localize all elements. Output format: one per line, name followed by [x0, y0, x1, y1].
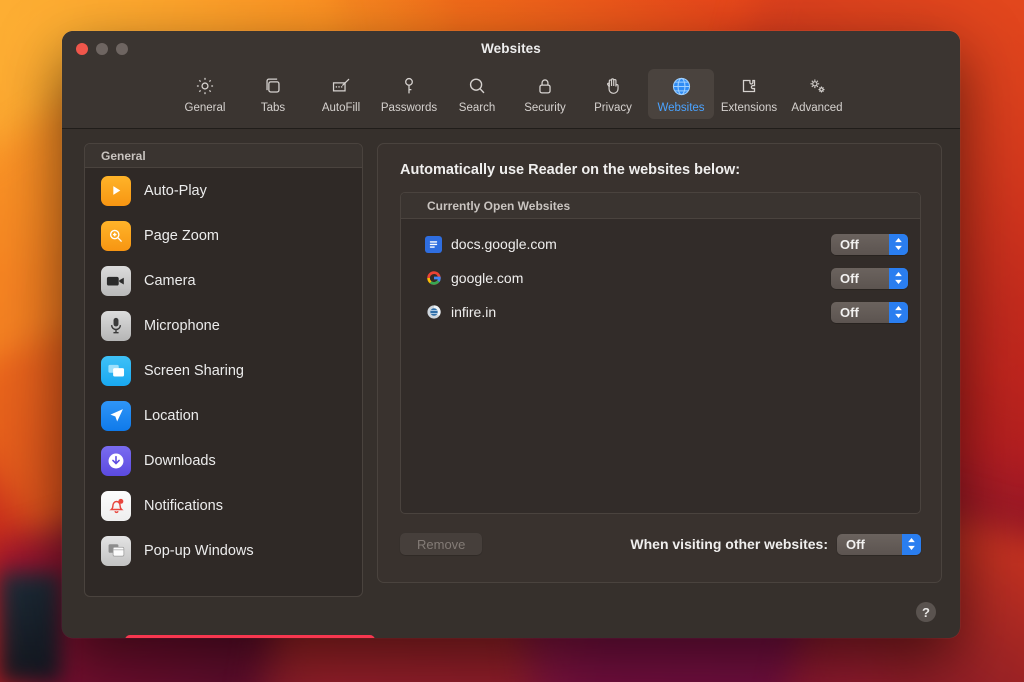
toolbar-label: Tabs: [261, 102, 285, 114]
popup-windows-icon: [101, 536, 131, 566]
sidebar-item-label: Pop-up Windows: [144, 543, 254, 559]
safari-preferences-window: Websites General Tabs: [62, 31, 960, 638]
bell-icon: [101, 491, 131, 521]
help-button[interactable]: ?: [916, 602, 936, 622]
table-row[interactable]: docs.google.com Off: [401, 227, 920, 261]
sidebar-section-header: General: [85, 144, 362, 168]
toolbar-label: Advanced: [791, 102, 842, 114]
other-websites-dropdown[interactable]: Off: [837, 534, 921, 555]
toolbar-label: Security: [524, 102, 566, 114]
globe-favicon: [425, 304, 442, 321]
reader-setting-dropdown[interactable]: Off: [831, 302, 908, 323]
dropdown-value: Off: [840, 237, 889, 252]
toolbar-item-advanced[interactable]: Advanced: [784, 69, 850, 119]
other-websites-control: When visiting other websites: Off: [630, 534, 921, 555]
toolbar-label: AutoFill: [322, 102, 360, 114]
hand-icon: [602, 74, 624, 98]
remove-button[interactable]: Remove: [400, 533, 482, 555]
sidebar-item-label: Screen Sharing: [144, 363, 244, 379]
chevron-updown-icon: [889, 302, 908, 323]
google-docs-icon: [425, 236, 442, 253]
site-list-header: Currently Open Websites: [401, 193, 920, 219]
sidebar-item-label: Notifications: [144, 498, 223, 514]
sidebar-item-label: Auto-Play: [144, 183, 207, 199]
screen-sharing-icon: [101, 356, 131, 386]
play-icon: [101, 176, 131, 206]
annotation-highlight-popup-windows: [125, 635, 375, 638]
toolbar-item-security[interactable]: Security: [512, 69, 578, 119]
sidebar-item-label: Downloads: [144, 453, 216, 469]
sidebar-item-location[interactable]: Location: [85, 393, 362, 438]
puzzle-icon: [738, 74, 760, 98]
sidebar-item-page-zoom[interactable]: Page Zoom: [85, 213, 362, 258]
preferences-toolbar: General Tabs AutoFill: [62, 67, 960, 129]
toolbar-item-general[interactable]: General: [172, 69, 238, 119]
reader-setting-dropdown[interactable]: Off: [831, 268, 908, 289]
google-g-icon: [425, 270, 442, 287]
site-name: google.com: [451, 270, 831, 286]
sidebar-item-popup-windows[interactable]: Pop-up Windows: [85, 528, 362, 573]
sidebar-item-microphone[interactable]: Microphone: [85, 303, 362, 348]
content-heading: Automatically use Reader on the websites…: [400, 162, 921, 178]
sidebar-item-label: Camera: [144, 273, 196, 289]
toolbar-label: Websites: [657, 102, 704, 114]
dropdown-value: Off: [840, 271, 889, 286]
chevron-updown-icon: [889, 234, 908, 255]
globe-icon: [670, 74, 693, 98]
sidebar-item-downloads[interactable]: Downloads: [85, 438, 362, 483]
table-row[interactable]: google.com Off: [401, 261, 920, 295]
sidebar-item-label: Page Zoom: [144, 228, 219, 244]
gears-icon: [806, 74, 829, 98]
lock-icon: [534, 74, 556, 98]
toolbar-label: Passwords: [381, 102, 437, 114]
location-arrow-icon: [101, 401, 131, 431]
content-footer: Remove When visiting other websites: Off: [400, 514, 921, 572]
chevron-updown-icon: [902, 534, 921, 555]
site-name: docs.google.com: [451, 236, 831, 252]
toolbar-item-extensions[interactable]: Extensions: [716, 69, 782, 119]
table-row[interactable]: infire.in Off: [401, 295, 920, 329]
sidebar-item-label: Location: [144, 408, 199, 424]
preferences-body: General Auto-Play Page Zoom: [62, 129, 960, 638]
key-icon: [398, 74, 420, 98]
toolbar-label: Privacy: [594, 102, 632, 114]
window-titlebar: Websites: [62, 31, 960, 67]
toolbar-item-passwords[interactable]: Passwords: [376, 69, 442, 119]
sidebar-item-screen-sharing[interactable]: Screen Sharing: [85, 348, 362, 393]
site-name: infire.in: [451, 304, 831, 320]
dropdown-value: Off: [846, 537, 902, 552]
microphone-icon: [101, 311, 131, 341]
reader-setting-dropdown[interactable]: Off: [831, 234, 908, 255]
site-rows: docs.google.com Off: [401, 219, 920, 329]
toolbar-item-privacy[interactable]: Privacy: [580, 69, 646, 119]
magnifier-plus-icon: [101, 221, 131, 251]
toolbar-item-search[interactable]: Search: [444, 69, 510, 119]
other-websites-label: When visiting other websites:: [630, 536, 828, 552]
websites-sidebar: General Auto-Play Page Zoom: [84, 143, 363, 597]
toolbar-item-tabs[interactable]: Tabs: [240, 69, 306, 119]
dropdown-value: Off: [840, 305, 889, 320]
tabs-icon: [262, 74, 284, 98]
autofill-icon: [330, 74, 353, 98]
sidebar-item-camera[interactable]: Camera: [85, 258, 362, 303]
sidebar-item-notifications[interactable]: Notifications: [85, 483, 362, 528]
search-icon: [466, 74, 488, 98]
toolbar-label: Extensions: [721, 102, 777, 114]
wallpaper-shard: [0, 573, 61, 682]
sidebar-item-auto-play[interactable]: Auto-Play: [85, 168, 362, 213]
window-title: Websites: [62, 41, 960, 56]
toolbar-item-autofill[interactable]: AutoFill: [308, 69, 374, 119]
websites-content-pane: Automatically use Reader on the websites…: [377, 143, 942, 583]
gear-icon: [194, 74, 216, 98]
camera-icon: [101, 266, 131, 296]
download-icon: [101, 446, 131, 476]
site-list: Currently Open Websites docs.google.com: [400, 192, 921, 514]
toolbar-item-websites[interactable]: Websites: [648, 69, 714, 119]
toolbar-label: General: [185, 102, 226, 114]
toolbar-label: Search: [459, 102, 495, 114]
chevron-updown-icon: [889, 268, 908, 289]
sidebar-item-label: Microphone: [144, 318, 220, 334]
